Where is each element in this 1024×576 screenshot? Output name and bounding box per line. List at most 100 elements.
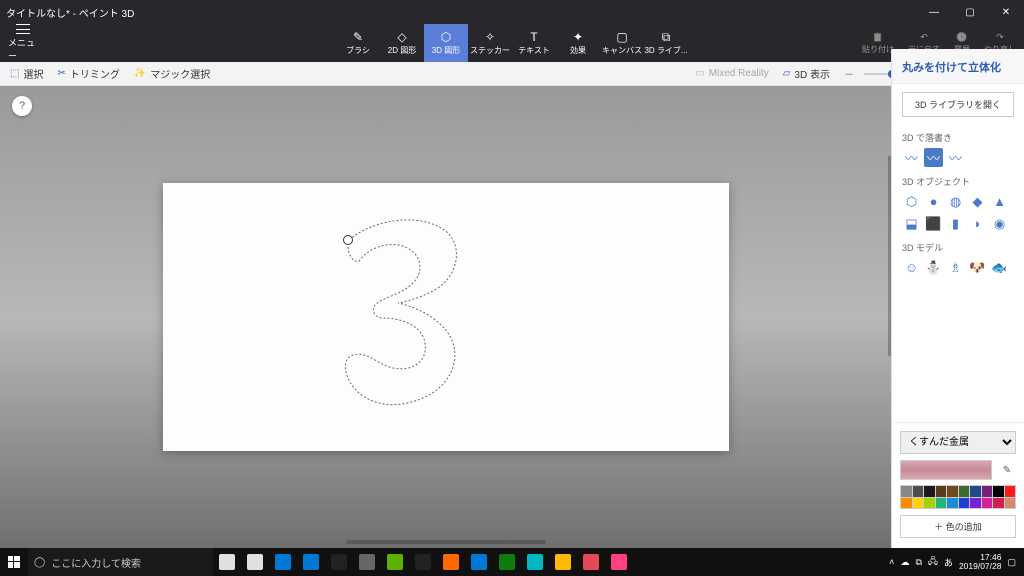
open-3d-library-button[interactable]: 3D ライブラリを開く <box>902 92 1014 117</box>
tray-chevron-icon[interactable]: ˄ <box>889 557 894 567</box>
tool-3D 図形[interactable]: ⬡3D 図形 <box>424 24 468 62</box>
tool-icon: ⧉ <box>659 30 673 44</box>
taskbar-app-6[interactable] <box>381 548 409 576</box>
canvas[interactable] <box>163 183 729 451</box>
color-swatch[interactable] <box>1005 498 1016 509</box>
objects-item-3[interactable]: ◆ <box>968 192 987 211</box>
doodle-item-0[interactable]: 〰 <box>902 148 921 167</box>
color-swatch[interactable] <box>924 498 935 509</box>
tool-キャンバス[interactable]: ▢キャンバス <box>600 24 644 62</box>
taskbar-app-4[interactable] <box>325 548 353 576</box>
color-swatch[interactable] <box>947 498 958 509</box>
models-item-0[interactable]: ☺ <box>902 258 921 277</box>
section-objects-title: 3D オブジェクト <box>902 175 1014 188</box>
mixed-reality-button[interactable]: ▭Mixed Reality <box>695 68 768 79</box>
objects-item-7[interactable]: ▮ <box>946 214 965 233</box>
tool-ステッカー[interactable]: ✧ステッカー <box>468 24 512 62</box>
horizontal-scrollbar[interactable] <box>346 540 546 544</box>
models-item-4[interactable]: 🐟 <box>990 258 1009 277</box>
taskbar-app-14[interactable] <box>605 548 633 576</box>
taskbar-app-1[interactable] <box>241 548 269 576</box>
doodle-item-2[interactable]: 〰 <box>946 148 965 167</box>
color-swatch[interactable] <box>982 486 993 497</box>
color-swatch[interactable] <box>936 486 947 497</box>
color-swatch[interactable] <box>982 498 993 509</box>
taskbar-app-10[interactable] <box>493 548 521 576</box>
start-button[interactable] <box>0 548 28 576</box>
maximize-button[interactable]: ▢ <box>952 0 988 24</box>
objects-item-2[interactable]: ◍ <box>946 192 965 211</box>
tool-2D 図形[interactable]: ◇2D 図形 <box>380 24 424 62</box>
taskbar-search[interactable]: ◯ ここに入力して検索 <box>28 548 213 576</box>
objects-item-4[interactable]: ▲ <box>990 192 1009 211</box>
taskbar-app-8[interactable] <box>437 548 465 576</box>
tray-dropbox-icon[interactable]: ⧉ <box>915 557 921 568</box>
panel-title: 丸みを付けて立体化 <box>892 49 1024 84</box>
objects-item-6[interactable]: ⬛ <box>924 214 943 233</box>
tool-ブラシ[interactable]: ✎ブラシ <box>336 24 380 62</box>
color-swatch[interactable] <box>970 498 981 509</box>
title-bar: タイトルなし* - ペイント 3D ― ▢ ✕ <box>0 0 1024 24</box>
objects-item-8[interactable]: ◗ <box>968 214 987 233</box>
color-swatch[interactable] <box>959 498 970 509</box>
taskbar-app-0[interactable] <box>213 548 241 576</box>
color-swatch[interactable] <box>947 486 958 497</box>
models-item-1[interactable]: ⛄ <box>924 258 943 277</box>
tool-icon: ✧ <box>483 30 497 44</box>
3d-view-button[interactable]: ▱3D 表示 <box>783 66 830 81</box>
objects-item-0[interactable]: ⬡ <box>902 192 921 211</box>
help-button[interactable]: ? <box>12 96 32 116</box>
doodle-item-1[interactable]: 〰 <box>924 148 943 167</box>
models-item-2[interactable]: ♗ <box>946 258 965 277</box>
close-button[interactable]: ✕ <box>988 0 1024 24</box>
current-color-swatch[interactable] <box>900 460 992 480</box>
notification-icon[interactable]: ▢ <box>1007 557 1016 568</box>
tool-icon: ◇ <box>395 30 409 44</box>
taskbar-app-13[interactable] <box>577 548 605 576</box>
tool-効果[interactable]: ✦効果 <box>556 24 600 62</box>
path-start-handle[interactable] <box>343 235 353 245</box>
menu-button[interactable]: メニュー <box>8 24 38 62</box>
color-swatch[interactable] <box>936 498 947 509</box>
color-swatch[interactable] <box>993 498 1004 509</box>
taskbar-app-2[interactable] <box>269 548 297 576</box>
color-swatch[interactable] <box>924 486 935 497</box>
sub-トリミング[interactable]: ✂トリミング <box>57 66 119 81</box>
tray-ime-icon[interactable]: あ <box>944 556 953 569</box>
color-swatch[interactable] <box>913 486 924 497</box>
color-swatch[interactable] <box>901 498 912 509</box>
color-swatch[interactable] <box>1005 486 1016 497</box>
tool-3D ライブ...[interactable]: ⧉3D ライブ... <box>644 24 688 62</box>
system-tray[interactable]: ˄ ☁ ⧉ 🖧 あ 17:46 2019/07/28 ▢ <box>881 553 1024 572</box>
tb-貼り付け[interactable]: 📋貼り付け <box>862 32 894 55</box>
taskbar-app-9[interactable] <box>465 548 493 576</box>
minimize-button[interactable]: ― <box>916 0 952 24</box>
side-panel: 丸みを付けて立体化 3D ライブラリを開く 3D で落書き〰〰〰 3D オブジェ… <box>891 49 1024 548</box>
color-swatch[interactable] <box>959 486 970 497</box>
taskbar-app-5[interactable] <box>353 548 381 576</box>
color-swatch[interactable] <box>970 486 981 497</box>
workspace: ? <box>0 86 891 548</box>
taskbar-app-12[interactable] <box>549 548 577 576</box>
sub-選択[interactable]: ⬚選択 <box>10 66 43 81</box>
tray-network-icon[interactable]: 🖧 <box>928 554 938 570</box>
material-select[interactable]: くすんだ金属 <box>900 431 1016 454</box>
objects-item-1[interactable]: ● <box>924 192 943 211</box>
tool-テキスト[interactable]: Tテキスト <box>512 24 556 62</box>
models-item-3[interactable]: 🐶 <box>968 258 987 277</box>
eyedropper-button[interactable]: ✎ <box>998 461 1016 479</box>
taskbar-app-3[interactable] <box>297 548 325 576</box>
taskbar: ◯ ここに入力して検索 ˄ ☁ ⧉ 🖧 あ 17:46 2019/07/28 ▢ <box>0 548 1024 576</box>
color-swatch[interactable] <box>993 486 1004 497</box>
taskbar-clock[interactable]: 17:46 2019/07/28 <box>959 553 1002 572</box>
taskbar-app-11[interactable] <box>521 548 549 576</box>
sub-マジック選択[interactable]: ✨マジック選択 <box>134 66 210 81</box>
taskbar-app-7[interactable] <box>409 548 437 576</box>
color-swatch[interactable] <box>913 498 924 509</box>
color-swatch[interactable] <box>901 486 912 497</box>
objects-item-5[interactable]: ⬓ <box>902 214 921 233</box>
tray-cloud-icon[interactable]: ☁ <box>900 557 909 568</box>
zoom-out-button[interactable]: － <box>844 66 854 81</box>
objects-item-9[interactable]: ◉ <box>990 214 1009 233</box>
add-color-button[interactable]: ＋ 色の追加 <box>900 515 1016 538</box>
